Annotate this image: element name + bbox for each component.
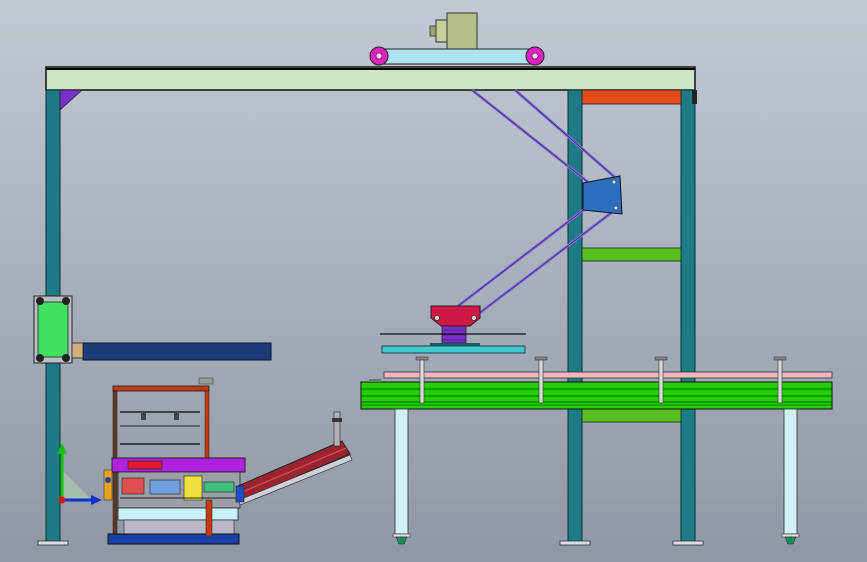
green-crossbar-lower [581, 407, 682, 423]
orange-crossbar [581, 89, 682, 105]
conveyor-leg-right [783, 408, 798, 535]
machine-base [107, 533, 240, 545]
motor-body [446, 12, 478, 50]
right-column-inner [567, 89, 583, 543]
conveyor-leg-left [394, 408, 409, 535]
green-crossbar-upper [581, 247, 682, 262]
conveyor [360, 356, 833, 545]
left-column-foot [37, 540, 69, 546]
cad-viewport[interactable] [0, 0, 867, 562]
right-column-outer [680, 89, 696, 543]
trolley-rail [377, 48, 537, 65]
right-column-foot-outer [672, 540, 704, 546]
side-arm-beam [82, 342, 272, 361]
top-beam [45, 66, 696, 91]
coordinate-triad [57, 443, 102, 505]
z-axis [58, 496, 66, 504]
side-arm [33, 295, 272, 364]
side-arm-joint [71, 342, 84, 359]
gripper-plate [381, 345, 526, 354]
assembly-drawing [33, 12, 833, 546]
discharge-chute [235, 411, 353, 506]
gripper-head [380, 305, 526, 354]
machine-frame-top [112, 385, 210, 392]
motor-shaft [429, 25, 437, 37]
right-column-foot-inner [559, 540, 591, 546]
triad-plane [62, 470, 92, 500]
base-machine [103, 377, 246, 545]
top-right-cap [692, 90, 697, 104]
conveyor-top-rail [383, 371, 833, 379]
trolley-assembly [369, 12, 545, 66]
motor-flange [435, 19, 448, 43]
corner-gusset [59, 89, 84, 111]
